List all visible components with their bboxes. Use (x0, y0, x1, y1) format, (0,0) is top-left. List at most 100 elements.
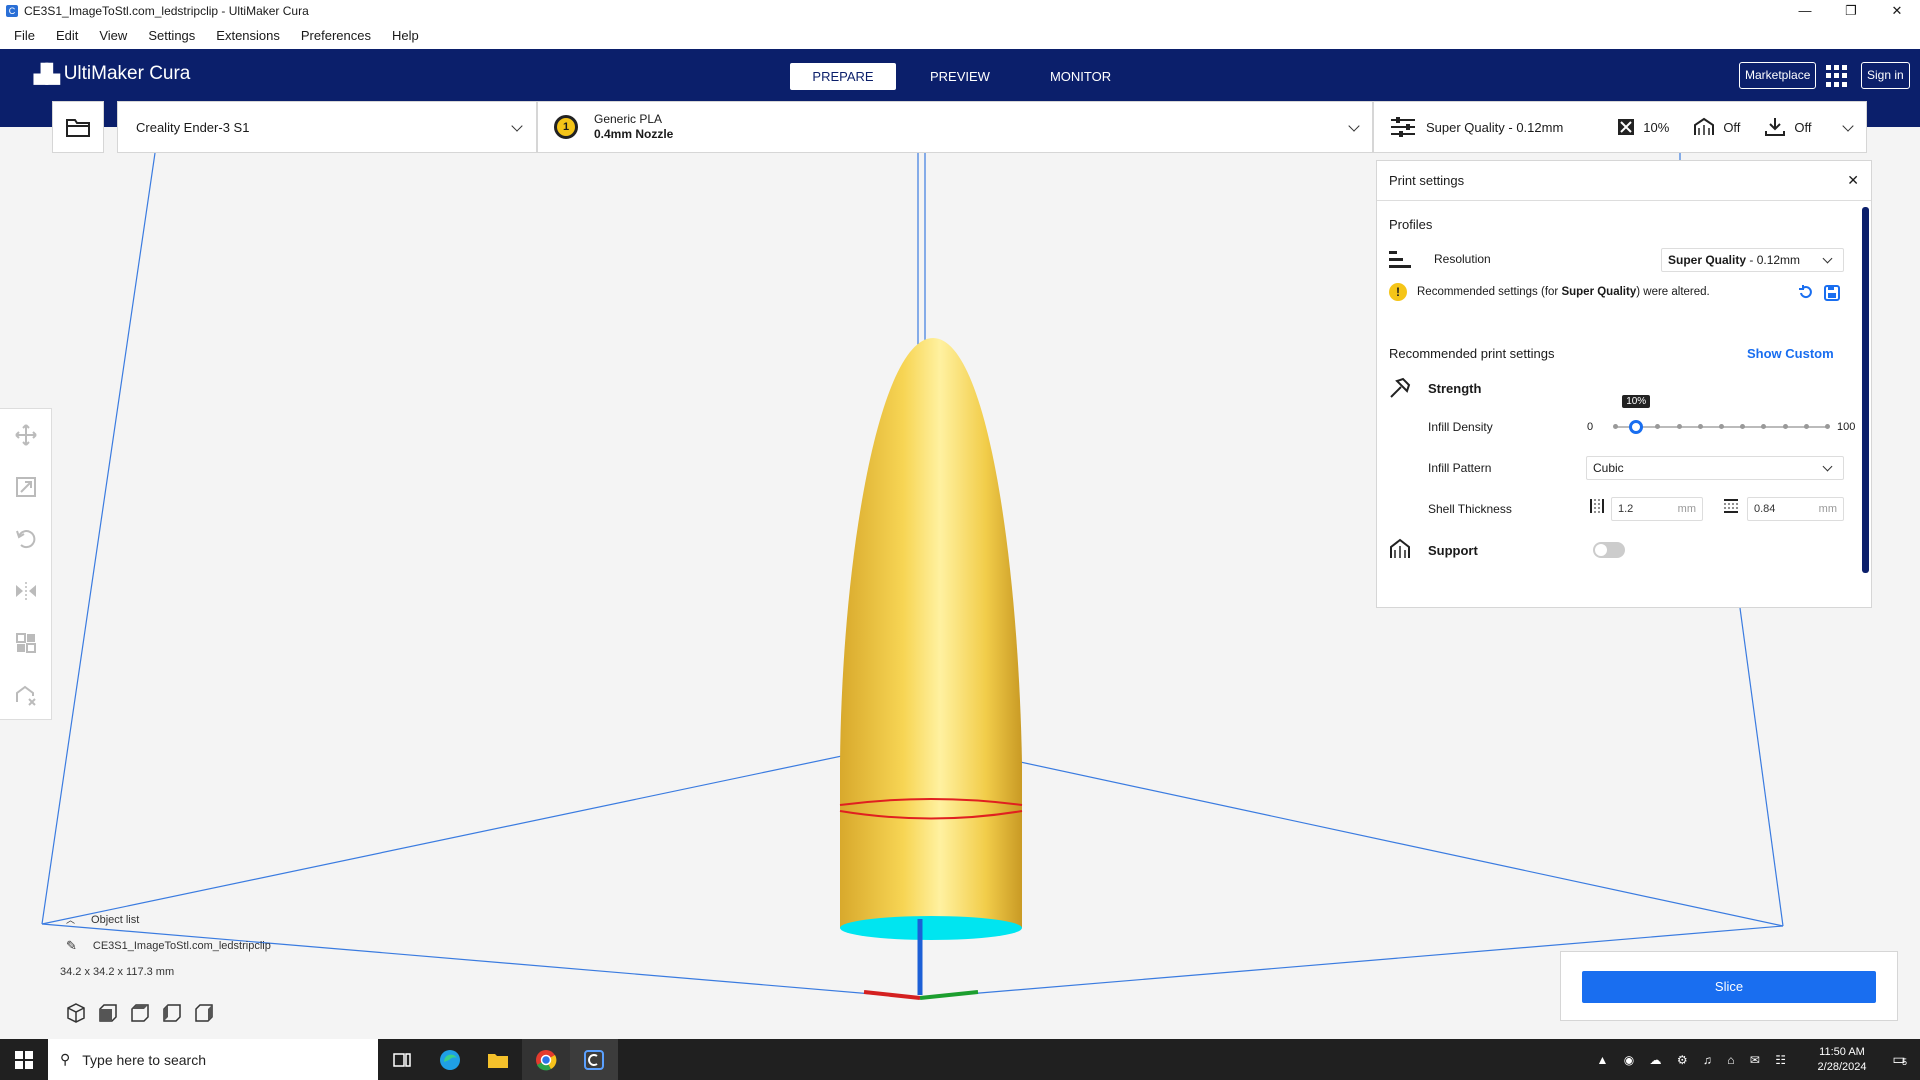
brand-name: UltiMaker Cura (63, 63, 191, 84)
edge-browser-icon[interactable] (426, 1039, 474, 1080)
top-bottom-thickness-icon (1724, 499, 1738, 513)
marketplace-button[interactable]: Marketplace (1739, 62, 1817, 89)
menu-settings[interactable]: Settings (148, 28, 195, 43)
infill-min-label: 0 (1587, 421, 1594, 433)
start-button[interactable] (0, 1039, 48, 1080)
menu-file[interactable]: File (14, 28, 35, 43)
tab-monitor[interactable]: MONITOR (1024, 63, 1137, 90)
notification-count: 5 (1902, 1057, 1908, 1067)
strength-label: Strength (1428, 381, 1482, 396)
notifications-button[interactable]: ▭ 5 (1878, 1051, 1920, 1068)
file-explorer-icon[interactable] (474, 1039, 522, 1080)
adhesion-icon (1765, 118, 1786, 136)
slider-step-dot (1761, 424, 1767, 429)
top-view-icon[interactable] (130, 1003, 150, 1023)
chrome-browser-icon[interactable] (522, 1039, 570, 1080)
clock[interactable]: 11:50 AM 2/28/2024 (1806, 1045, 1878, 1075)
menu-help[interactable]: Help (392, 28, 419, 43)
taskbar-search[interactable]: ⚲ Type here to search (48, 1039, 378, 1080)
settings-altered-notice: ! Recommended settings (for Super Qualit… (1389, 283, 1710, 301)
menu-preferences[interactable]: Preferences (301, 28, 371, 43)
print-settings-panel: Print settings ✕ Profiles Resolution Sup… (1376, 160, 1872, 608)
per-model-settings-tool[interactable] (0, 617, 52, 669)
profile-sliders-icon (1391, 117, 1415, 137)
move-tool[interactable] (0, 409, 52, 461)
tab-prepare[interactable]: PREPARE (790, 63, 896, 90)
rotate-icon (16, 530, 36, 549)
support-blocker-tool[interactable] (0, 669, 52, 721)
task-view-icon[interactable] (378, 1039, 426, 1080)
ultimaker-mark-icon: ▟▙ (34, 63, 60, 84)
slider-thumb[interactable] (1629, 420, 1644, 434)
strength-hammer-icon (1390, 377, 1411, 398)
chevron-up-icon[interactable]: ︿ (66, 913, 75, 926)
panel-scrollbar[interactable] (1862, 207, 1869, 573)
infill-density-slider[interactable] (1613, 419, 1830, 435)
window-title: CE3S1_ImageToStl.com_ledstripclip - Ulti… (24, 4, 309, 18)
cura-app-icon: C (6, 5, 18, 17)
system-tray: ▲ ◉ ☁ ⚙ ♫ ⌂ ✉ ☷ 11:50 AM 2/28/2024 ▭ 5 (1596, 1039, 1920, 1080)
panel-title: Print settings (1389, 173, 1465, 188)
infill-pattern-dropdown[interactable]: Cubic (1586, 456, 1844, 480)
close-window-button[interactable]: ✕ (1874, 0, 1920, 22)
printer-selector[interactable]: Creality Ender-3 S1 (117, 101, 537, 153)
object-name[interactable]: CE3S1_ImageToStl.com_ledstripclip (93, 940, 271, 952)
left-view-icon[interactable] (162, 1003, 182, 1023)
infill-density-tooltip: 10% (1622, 395, 1651, 408)
slice-button[interactable]: Slice (1582, 971, 1876, 1003)
model-mesh[interactable] (839, 338, 1023, 940)
maximize-button[interactable]: ❐ (1828, 0, 1874, 22)
infill-summary: 10% (1643, 119, 1670, 135)
scale-icon (16, 477, 36, 497)
adhesion-summary: Off (1794, 119, 1812, 135)
print-settings-summary[interactable]: Super Quality - 0.12mm 10% Off Off (1373, 101, 1867, 153)
ultimaker-logo: ▟▙ UltiMaker Cura (34, 63, 190, 85)
infill-density-label: Infill Density (1428, 420, 1493, 434)
slider-step-dot (1655, 424, 1661, 429)
chevron-down-icon (1348, 120, 1360, 132)
menu-edit[interactable]: Edit (56, 28, 78, 43)
tab-preview[interactable]: PREVIEW (904, 63, 1016, 90)
cura-taskbar-icon[interactable] (570, 1039, 618, 1080)
support-icon (1390, 538, 1410, 558)
wall-thickness-input[interactable]: 1.2 mm (1611, 497, 1703, 521)
object-dimensions: 34.2 x 34.2 x 117.3 mm (60, 966, 175, 978)
chevron-down-icon (1842, 120, 1854, 132)
open-file-button[interactable] (52, 101, 104, 153)
resolution-dropdown[interactable]: Super Quality - 0.12mm (1661, 248, 1844, 272)
support-label: Support (1428, 543, 1478, 558)
resolution-icon (1389, 251, 1411, 268)
apps-grid-icon[interactable] (1826, 65, 1848, 87)
show-custom-link[interactable]: Show Custom (1747, 346, 1834, 361)
chevron-down-icon (1822, 461, 1833, 472)
save-profile-icon[interactable] (1823, 284, 1841, 302)
warning-icon: ! (1389, 283, 1407, 301)
profiles-heading: Profiles (1389, 217, 1433, 232)
mirror-tool[interactable] (0, 565, 52, 617)
move-icon (15, 424, 37, 446)
slider-step-dot (1803, 424, 1809, 429)
minimize-button[interactable]: — (1782, 0, 1828, 22)
sign-in-button[interactable]: Sign in (1861, 62, 1910, 89)
infill-icon (1618, 119, 1635, 135)
top-bottom-thickness-input[interactable]: 0.84 mm (1747, 497, 1844, 521)
reset-icon[interactable] (1797, 284, 1815, 302)
rotate-tool[interactable] (0, 513, 52, 565)
object-list-toggle[interactable]: Object list (91, 914, 139, 926)
y-axis (919, 990, 979, 1000)
tray-icons[interactable]: ▲ ◉ ☁ ⚙ ♫ ⌂ ✉ ☷ (1596, 1053, 1792, 1067)
front-view-icon[interactable] (98, 1003, 118, 1023)
menu-view[interactable]: View (99, 28, 127, 43)
resolution-label: Resolution (1434, 252, 1491, 266)
close-panel-icon[interactable]: ✕ (1847, 172, 1859, 189)
extruder-badge-icon: 1 (554, 115, 578, 139)
edit-pencil-icon[interactable]: ✎ (66, 938, 77, 954)
3d-view-icon[interactable] (66, 1003, 86, 1023)
right-view-icon[interactable] (194, 1003, 214, 1023)
support-toggle[interactable] (1593, 542, 1625, 558)
scale-tool[interactable] (0, 461, 52, 513)
material-selector[interactable]: 1 Generic PLA 0.4mm Nozzle (537, 101, 1373, 153)
stage-tabs: PREPARE PREVIEW MONITOR (790, 63, 1145, 90)
window-titlebar: C CE3S1_ImageToStl.com_ledstripclip - Ul… (0, 0, 1920, 22)
menu-extensions[interactable]: Extensions (216, 28, 280, 43)
